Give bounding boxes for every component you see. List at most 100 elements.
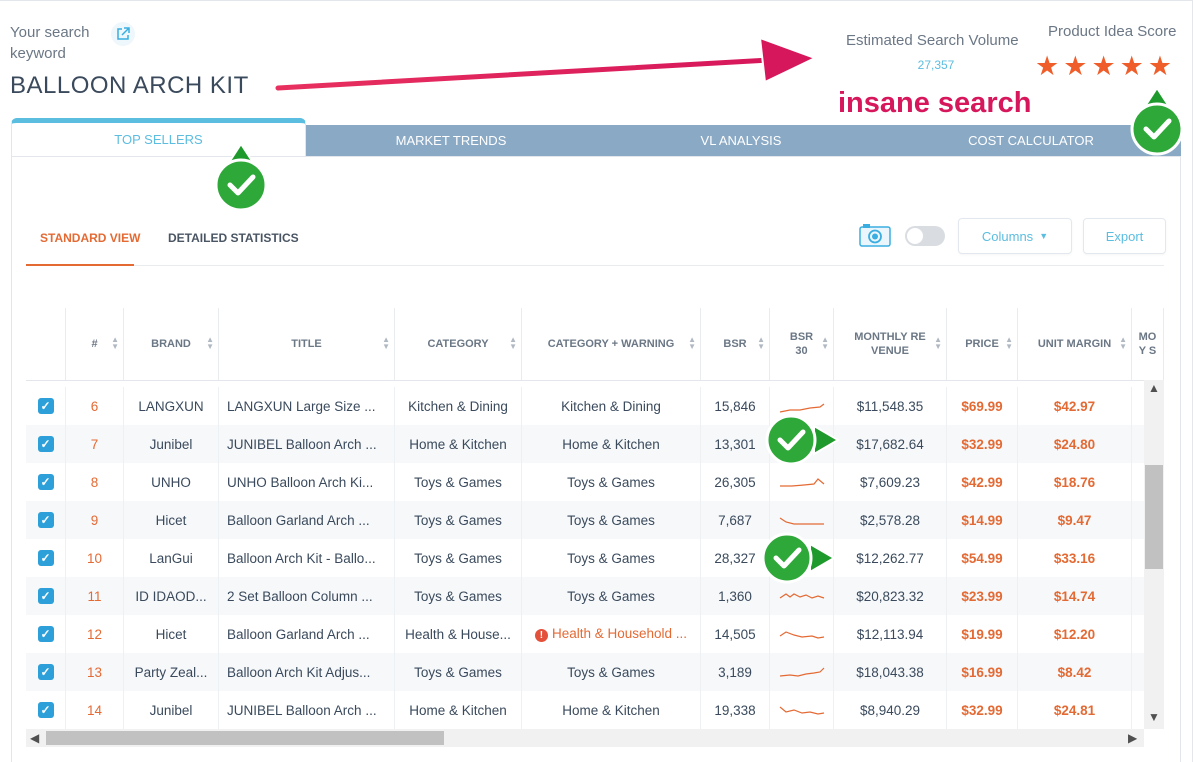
row-number: 7 — [90, 436, 99, 452]
product-title-link[interactable]: JUNIBEL Balloon Arch ... — [227, 703, 377, 718]
title-cell: Balloon Arch Kit - Ballo... — [219, 539, 395, 577]
select-cell[interactable]: ✓ — [26, 539, 66, 577]
col-title-header[interactable]: TITLE ▲ ▼ — [219, 308, 395, 380]
price-cell: $23.99 — [947, 577, 1018, 615]
col-price-header[interactable]: PRICE ▲ ▼ — [947, 308, 1018, 380]
tab-market-trends[interactable]: MARKET TRENDS — [321, 125, 581, 156]
sort-icon[interactable]: ▲ ▼ — [821, 336, 829, 351]
row-checkbox[interactable]: ✓ — [37, 550, 54, 566]
sort-icon[interactable]: ▲ ▼ — [688, 336, 696, 351]
product-title-link[interactable]: Balloon Garland Arch ... — [227, 627, 370, 642]
brand-cell: Party Zeal... — [124, 653, 219, 691]
col-monthly-header[interactable]: MO Y S — [1132, 308, 1164, 380]
score-label: Product Idea Score — [1048, 23, 1177, 40]
product-title-link[interactable]: Balloon Arch Kit - Ballo... — [227, 551, 376, 566]
category-cell: Home & Kitchen — [395, 691, 522, 729]
sort-icon[interactable]: ▲ ▼ — [934, 336, 942, 351]
export-button[interactable]: Export — [1083, 218, 1166, 254]
product-title-link[interactable]: Balloon Arch Kit Adjus... — [227, 665, 370, 680]
table-row[interactable]: ✓ 14 Junibel JUNIBEL Balloon Arch ... Home &… — [26, 691, 1144, 729]
sort-icon[interactable]: ▲ ▼ — [757, 336, 765, 351]
col-category-header[interactable]: CATEGORY ▲ ▼ — [395, 308, 522, 380]
product-title-link[interactable]: Balloon Garland Arch ... — [227, 513, 370, 528]
column-label: PRICE — [965, 338, 999, 350]
category-cell: Toys & Games — [395, 653, 522, 691]
select-cell[interactable]: ✓ — [26, 653, 66, 691]
select-cell[interactable]: ✓ — [26, 463, 66, 501]
subtab-detailed-statistics[interactable]: DETAILED STATISTICS — [168, 231, 299, 245]
sort-icon[interactable]: ▲ ▼ — [1005, 336, 1013, 351]
table-row[interactable]: ✓ 8 UNHO UNHO Balloon Arch Ki... Toys & Game… — [26, 463, 1144, 501]
table-row[interactable]: ✓ 9 Hicet Balloon Garland Arch ... Toys & Ga… — [26, 501, 1144, 539]
row-checkbox[interactable]: ✓ — [37, 626, 54, 642]
table-row[interactable]: ✓ 7 Junibel JUNIBEL Balloon Arch ... Home & … — [26, 425, 1144, 463]
col-revenue-header[interactable]: MONTHLY RE VENUE ▲ ▼ — [834, 308, 947, 380]
columns-button[interactable]: Columns ▼ — [958, 218, 1072, 254]
product-title-link[interactable]: 2 Set Balloon Column ... — [227, 589, 373, 604]
sort-icon[interactable]: ▲ ▼ — [111, 336, 119, 351]
tab-vl-analysis[interactable]: VL ANALYSIS — [621, 125, 861, 156]
row-checkbox[interactable]: ✓ — [37, 436, 54, 452]
select-cell[interactable]: ✓ — [26, 615, 66, 653]
price-cell: $32.99 — [947, 691, 1018, 729]
bsr30-cell — [770, 691, 834, 729]
subtab-standard-view[interactable]: STANDARD VIEW — [40, 231, 140, 245]
row-checkbox[interactable]: ✓ — [37, 398, 54, 414]
tab-cost-calculator[interactable]: COST CALCULATOR — [911, 125, 1151, 156]
row-number: 6 — [90, 398, 99, 414]
select-cell[interactable]: ✓ — [26, 577, 66, 615]
col-bsr30-header[interactable]: BSR 30 ▲ ▼ — [770, 308, 834, 380]
external-link-icon[interactable] — [111, 22, 135, 46]
category-warning-cell: Home & Kitchen — [522, 425, 701, 463]
product-title-link[interactable]: JUNIBEL Balloon Arch ... — [227, 437, 377, 452]
scroll-down-icon[interactable]: ▼ — [1148, 710, 1160, 724]
category-cell: Kitchen & Dining — [395, 387, 522, 425]
bsr-sparkline — [779, 593, 824, 599]
revenue-cell: $8,940.29 — [834, 691, 947, 729]
col-brand-header[interactable]: BRAND ▲ ▼ — [124, 308, 219, 380]
row-checkbox[interactable]: ✓ — [37, 512, 54, 528]
scroll-right-icon[interactable]: ▶ — [1128, 731, 1137, 745]
table-row[interactable]: ✓ 13 Party Zeal... Balloon Arch Kit Adjus..… — [26, 653, 1144, 691]
price-cell: $19.99 — [947, 615, 1018, 653]
row-checkbox[interactable]: ✓ — [37, 702, 54, 718]
col-category-warning-header[interactable]: CATEGORY + WARNING ▲ ▼ — [522, 308, 701, 380]
star-icon: ★ — [1091, 51, 1116, 81]
row-checkbox[interactable]: ✓ — [37, 474, 54, 490]
column-label: MONTHLY RE VENUE — [854, 331, 926, 357]
sort-icon[interactable]: ▲ ▼ — [509, 336, 517, 351]
price-cell: $16.99 — [947, 653, 1018, 691]
col-bsr-header[interactable]: BSR ▲ ▼ — [701, 308, 770, 380]
score-stars: ★ ★ ★ ★ ★ — [1035, 53, 1172, 80]
select-cell[interactable]: ✓ — [26, 501, 66, 539]
table-row[interactable]: ✓ 11 ID IDAOD... 2 Set Balloon Column ... To… — [26, 577, 1144, 615]
scroll-up-icon[interactable]: ▲ — [1148, 381, 1160, 395]
col-unit-margin-header[interactable]: UNIT MARGIN ▲ ▼ — [1018, 308, 1132, 380]
sort-icon[interactable]: ▲ ▼ — [382, 336, 390, 351]
category-cell: Health & House... — [395, 615, 522, 653]
table-row[interactable]: ✓ 10 LanGui Balloon Arch Kit - Ballo... Toys… — [26, 539, 1144, 577]
product-title-link[interactable]: UNHO Balloon Arch Ki... — [227, 475, 373, 490]
row-checkbox[interactable]: ✓ — [37, 664, 54, 680]
select-cell[interactable]: ✓ — [26, 387, 66, 425]
select-cell[interactable]: ✓ — [26, 425, 66, 463]
brand-cell: Hicet — [124, 615, 219, 653]
view-toggle[interactable] — [905, 226, 945, 246]
horizontal-scroll-thumb[interactable] — [46, 731, 444, 745]
sort-icon[interactable]: ▲ ▼ — [206, 336, 214, 351]
table-row[interactable]: ✓ 12 Hicet Balloon Garland Arch ... Health &… — [26, 615, 1144, 653]
scroll-left-icon[interactable]: ◀ — [30, 731, 39, 745]
brand-cell: UNHO — [124, 463, 219, 501]
col-number-header[interactable]: # ▲ ▼ — [66, 308, 124, 380]
vertical-scroll-thumb[interactable] — [1145, 465, 1163, 569]
category-cell: Toys & Games — [395, 577, 522, 615]
row-checkbox[interactable]: ✓ — [37, 588, 54, 604]
table-row[interactable]: ✓ 6 LANGXUN LANGXUN Large Size ... Kitchen &… — [26, 387, 1144, 425]
margin-value: $24.80 — [1053, 436, 1096, 452]
product-title-link[interactable]: LANGXUN Large Size ... — [227, 399, 376, 414]
select-cell[interactable]: ✓ — [26, 691, 66, 729]
check-badge-icon — [761, 532, 836, 584]
number-cell: 8 — [66, 463, 124, 501]
camera-icon[interactable] — [859, 223, 891, 247]
revenue-cell: $12,262.77 — [834, 539, 947, 577]
